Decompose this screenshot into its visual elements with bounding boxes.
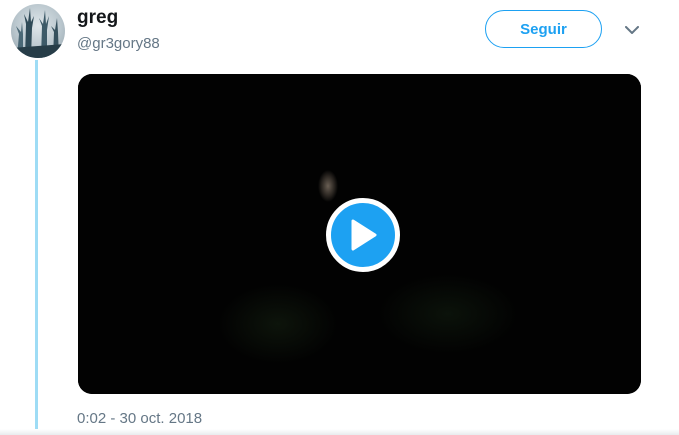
divider: [0, 429, 679, 435]
play-button[interactable]: [326, 198, 400, 272]
user-handle[interactable]: @gr3gory88: [77, 35, 160, 52]
thread-line: [35, 60, 38, 435]
play-icon: [351, 219, 377, 251]
follow-button[interactable]: Seguir: [485, 10, 602, 48]
avatar-image: [11, 8, 65, 58]
avatar[interactable]: [11, 4, 65, 58]
display-name[interactable]: greg: [77, 7, 118, 29]
tweet-timestamp[interactable]: 0:02 - 30 oct. 2018: [77, 410, 202, 427]
video-player[interactable]: [78, 74, 641, 394]
chevron-down-icon[interactable]: [622, 20, 642, 40]
